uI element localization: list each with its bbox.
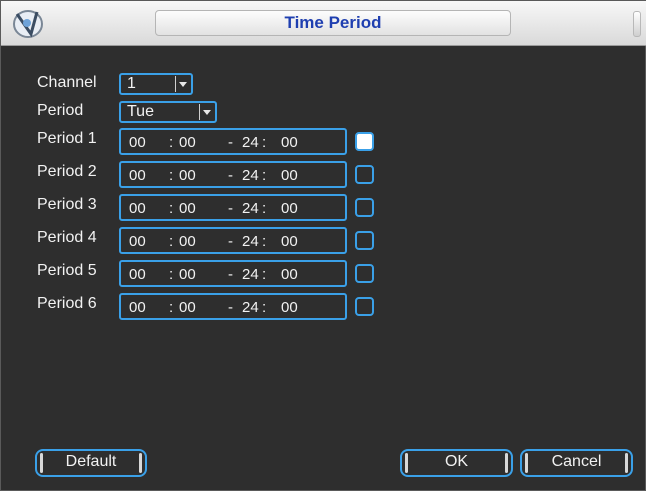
period-time-range-field[interactable]: 00:00-24:00 [119,194,347,221]
end-hour-value[interactable]: 24 [242,134,259,151]
button-cap-right [505,453,508,473]
time-separator: : [169,299,174,316]
period-enable-checkbox[interactable] [355,132,374,151]
channel-value: 1 [127,75,136,92]
button-cap-left [525,453,528,473]
period-enable-checkbox[interactable] [355,231,374,250]
time-separator: : [262,200,267,217]
end-hour-value[interactable]: 24 [242,266,259,283]
time-separator: : [169,266,174,283]
start-minute-value[interactable]: 00 [179,266,196,283]
start-hour-value[interactable]: 00 [129,299,146,316]
time-separator: : [262,167,267,184]
end-minute-value[interactable]: 00 [281,200,298,217]
time-separator: : [169,233,174,250]
end-hour-value[interactable]: 24 [242,233,259,250]
period-enable-checkbox[interactable] [355,264,374,283]
button-cap-left [405,453,408,473]
time-separator: : [262,299,267,316]
period-time-range-field[interactable]: 00:00-24:00 [119,161,347,188]
default-button-label: Default [65,453,117,470]
start-minute-value[interactable]: 00 [179,299,196,316]
start-hour-value[interactable]: 00 [129,167,146,184]
time-separator: - [228,233,233,250]
end-hour-value[interactable]: 24 [242,299,259,316]
channel-select[interactable]: 1 [119,73,193,95]
period-row-label: Period 5 [37,262,97,279]
time-separator: : [262,233,267,250]
period-day-select[interactable]: Tue [119,101,217,123]
time-separator: : [262,134,267,151]
button-cap-right [139,453,142,473]
app-logo-icon [13,10,43,38]
time-period-dialog: Time Period Channel 1 Period Tue Period … [0,0,646,491]
chevron-down-icon[interactable] [199,104,214,120]
end-minute-value[interactable]: 00 [281,299,298,316]
time-separator: - [228,200,233,217]
period-row-label: Period 1 [37,130,97,147]
start-minute-value[interactable]: 00 [179,233,196,250]
cancel-button-label: Cancel [551,453,602,470]
end-minute-value[interactable]: 00 [281,266,298,283]
end-hour-value[interactable]: 24 [242,167,259,184]
window-title: Time Period [155,10,511,36]
period-row-label: Period 6 [37,295,97,312]
time-separator: : [169,200,174,217]
period-enable-checkbox[interactable] [355,297,374,316]
time-separator: : [262,266,267,283]
time-separator: - [228,299,233,316]
button-cap-right [625,453,628,473]
period-row-label: Period 2 [37,163,97,180]
ok-button[interactable]: OK [400,449,513,477]
end-minute-value[interactable]: 00 [281,167,298,184]
start-hour-value[interactable]: 00 [129,266,146,283]
period-time-range-field[interactable]: 00:00-24:00 [119,227,347,254]
time-separator: - [228,266,233,283]
end-minute-value[interactable]: 00 [281,233,298,250]
period-time-range-field[interactable]: 00:00-24:00 [119,260,347,287]
channel-label: Channel [37,74,97,91]
period-enable-checkbox[interactable] [355,198,374,217]
default-button[interactable]: Default [35,449,147,477]
button-cap-left [40,453,43,473]
chevron-down-icon[interactable] [175,76,190,92]
time-separator: - [228,134,233,151]
start-hour-value[interactable]: 00 [129,233,146,250]
period-time-range-field[interactable]: 00:00-24:00 [119,293,347,320]
start-minute-value[interactable]: 00 [179,167,196,184]
period-row-label: Period 4 [37,229,97,246]
time-separator: - [228,167,233,184]
period-row-label: Period 3 [37,196,97,213]
period-day-value: Tue [127,103,154,120]
start-minute-value[interactable]: 00 [179,134,196,151]
end-hour-value[interactable]: 24 [242,200,259,217]
time-separator: : [169,167,174,184]
ok-button-label: OK [444,453,469,470]
cancel-button[interactable]: Cancel [520,449,633,477]
period-enable-checkbox[interactable] [355,165,374,184]
period-label: Period [37,102,84,119]
time-separator: : [169,134,174,151]
start-minute-value[interactable]: 00 [179,200,196,217]
title-edge-handle [633,11,641,37]
start-hour-value[interactable]: 00 [129,134,146,151]
title-bar: Time Period [1,1,646,46]
end-minute-value[interactable]: 00 [281,134,298,151]
start-hour-value[interactable]: 00 [129,200,146,217]
period-time-range-field[interactable]: 00:00-24:00 [119,128,347,155]
